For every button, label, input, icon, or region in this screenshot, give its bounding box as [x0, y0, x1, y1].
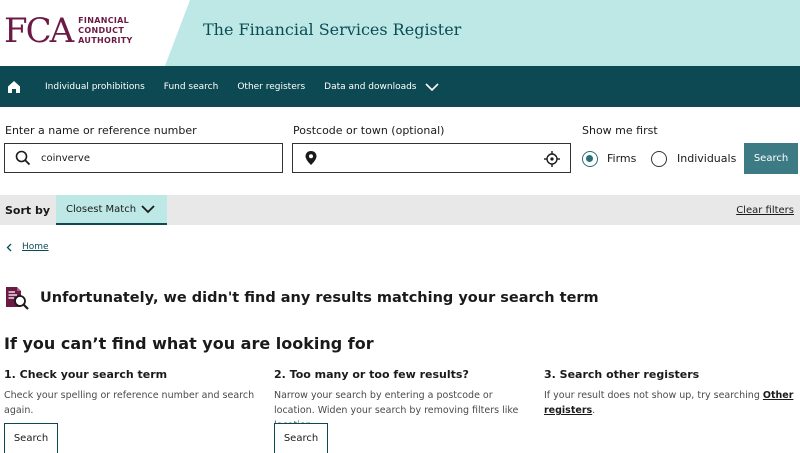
location-pin-icon	[305, 151, 317, 165]
site-header: FCA FINANCIAL CONDUCT AUTHORITY The Fina…	[0, 0, 800, 66]
name-search-input[interactable]: coinverve	[4, 143, 283, 173]
individuals-radio-label[interactable]: Individuals	[677, 152, 736, 165]
name-search-value: coinverve	[41, 152, 90, 164]
chevron-down-icon	[141, 205, 155, 214]
sort-select[interactable]: Closest Match	[56, 195, 167, 225]
search-icon	[15, 150, 31, 166]
name-field-label: Enter a name or reference number	[5, 124, 197, 137]
breadcrumb: Home	[6, 242, 49, 252]
home-icon	[8, 80, 20, 93]
help-column-title: 3. Search other registers	[544, 368, 700, 381]
nav-item-other-registers[interactable]: Other registers	[237, 82, 305, 92]
show-me-first-label: Show me first	[582, 124, 658, 137]
logo-line-3: AUTHORITY	[78, 36, 133, 45]
nav-item-label: Data and downloads	[324, 81, 417, 92]
check-search-term-button[interactable]: Search	[4, 423, 58, 453]
postcode-field-label: Postcode or town (optional)	[293, 124, 445, 137]
chevron-down-icon	[424, 82, 439, 91]
sort-select-value: Closest Match	[66, 203, 137, 215]
clear-filters-link[interactable]: Clear filters	[736, 205, 794, 216]
help-text-before-link: If your result does not show up, try sea…	[544, 390, 763, 401]
help-column-text: If your result does not show up, try sea…	[544, 388, 799, 418]
nav-item-data-and-downloads[interactable]: Data and downloads	[324, 81, 439, 92]
help-column-title: 1. Check your search term	[4, 368, 168, 381]
search-button[interactable]: Search	[744, 143, 798, 174]
fca-logo[interactable]: FCA FINANCIAL CONDUCT AUTHORITY	[4, 14, 133, 48]
nav-item-fund-search[interactable]: Fund search	[164, 82, 219, 92]
help-text-after-link: .	[592, 405, 596, 416]
nav-item-individual-prohibitions[interactable]: Individual prohibitions	[45, 82, 145, 92]
help-column-title: 2. Too many or too few results?	[274, 368, 469, 381]
help-heading: If you can’t find what you are looking f…	[4, 334, 374, 353]
register-title[interactable]: The Financial Services Register	[203, 20, 461, 39]
help-column-other-registers: 3. Search other registers If your result…	[544, 368, 799, 418]
logo-mark: FCA	[4, 11, 74, 51]
search-panel: Enter a name or reference number coinver…	[0, 107, 800, 195]
results-count-search-button[interactable]: Search	[274, 423, 328, 453]
no-results-message: Unfortunately, we didn't find any result…	[40, 290, 599, 306]
sort-bar: Sort by Closest Match Clear filters	[0, 195, 800, 225]
breadcrumb-home-link[interactable]: Home	[22, 242, 49, 252]
nav-home[interactable]	[2, 66, 26, 107]
firms-radio-label[interactable]: Firms	[607, 152, 636, 165]
individuals-radio[interactable]	[651, 151, 667, 167]
chevron-left-icon	[6, 243, 12, 251]
firms-radio[interactable]	[582, 151, 598, 167]
help-column-check-search-term: 1. Check your search term Check your spe…	[4, 368, 259, 453]
help-column-results-count: 2. Too many or too few results? Narrow y…	[274, 368, 529, 453]
help-column-text: Check your spelling or reference number …	[4, 390, 255, 416]
sort-by-label: Sort by	[5, 204, 51, 217]
main-nav: Individual prohibitions Fund search Othe…	[0, 66, 800, 107]
postcode-input[interactable]	[292, 143, 571, 173]
logo-line-1: FINANCIAL	[78, 16, 130, 25]
logo-text: FINANCIAL CONDUCT AUTHORITY	[78, 16, 132, 46]
no-results-icon	[6, 287, 29, 310]
crosshair-icon[interactable]	[544, 151, 560, 167]
logo-line-2: CONDUCT	[78, 26, 125, 35]
